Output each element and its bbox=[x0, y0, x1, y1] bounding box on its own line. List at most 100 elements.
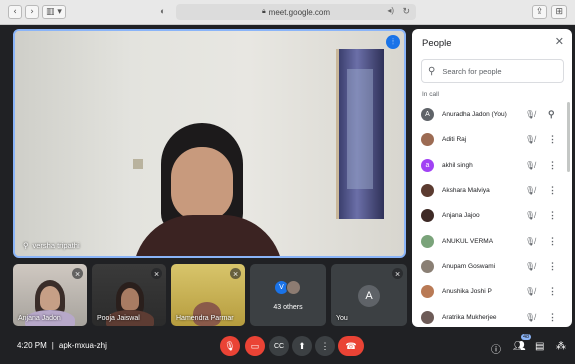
meeting-controls-bar: 4:20 PM | apk-mxua-zhj 🎙︎ ▭ CC ⬆ ⋮ ☎︎ ⓘ … bbox=[0, 332, 575, 364]
participant-row[interactable]: a akhil singh 🎙︎̸ ⋮ bbox=[412, 153, 572, 178]
more-options-button[interactable]: ⋮ bbox=[315, 336, 335, 356]
self-tile[interactable]: A ⨯ You bbox=[331, 264, 407, 326]
avatar bbox=[286, 280, 301, 295]
audio-playing-icon[interactable]: ◂) bbox=[387, 6, 394, 15]
speaker-name: versha tripathi bbox=[32, 241, 80, 250]
mic-off-icon[interactable]: 🎙︎̸ bbox=[525, 135, 535, 144]
participant-name: Akshara Malviya bbox=[442, 187, 490, 195]
others-avatars: V bbox=[274, 280, 301, 295]
tile-name: You bbox=[336, 315, 348, 322]
tabs-overview-button[interactable]: ⊞ bbox=[551, 5, 567, 19]
others-tile[interactable]: V 43 others bbox=[250, 264, 326, 326]
reload-icon[interactable]: ↻ bbox=[402, 6, 410, 17]
mic-off-icon[interactable]: 🎙︎̸ bbox=[525, 287, 535, 296]
participant-name: ANUKUL VERMA bbox=[442, 237, 494, 245]
avatar: A bbox=[421, 108, 434, 122]
speaker-video bbox=[133, 123, 303, 256]
participant-row[interactable]: ANUKUL VERMA 🎙︎̸ ⋮ bbox=[412, 228, 572, 253]
avatar bbox=[421, 234, 434, 248]
pin-icon[interactable]: ⚲ bbox=[23, 241, 29, 250]
speaker-nameplate: ⚲ versha tripathi bbox=[23, 241, 80, 250]
more-vert-icon[interactable]: ⋮ bbox=[548, 286, 557, 297]
meeting-code: apk-mxua-zhj bbox=[58, 341, 107, 350]
activities-icon[interactable]: ⁂ bbox=[556, 341, 566, 352]
mic-off-icon[interactable]: 🎙︎̸ bbox=[525, 237, 535, 246]
tile-name: Anjana Jadon bbox=[18, 315, 61, 322]
avatar bbox=[421, 310, 434, 324]
share-button[interactable]: ⇪ bbox=[531, 5, 548, 19]
participant-name: Aratrika Mukherjee bbox=[442, 313, 497, 321]
separator: | bbox=[51, 341, 54, 350]
present-icon: ⬆ bbox=[298, 340, 306, 351]
people-search[interactable]: ⚲ bbox=[421, 59, 564, 83]
url-text: meet.google.com bbox=[268, 7, 331, 17]
video-window-curtain bbox=[336, 49, 384, 219]
scrollbar[interactable] bbox=[567, 102, 570, 172]
more-vert-icon[interactable]: ⋮ bbox=[548, 261, 557, 272]
more-vert-icon[interactable]: ⋮ bbox=[548, 236, 557, 247]
mic-off-icon[interactable]: 🎙︎̸ bbox=[525, 313, 535, 322]
address-bar[interactable]: 🔒︎ meet.google.com ◂) ↻ bbox=[176, 4, 416, 20]
mic-off-icon[interactable]: 🎙︎̸ bbox=[525, 211, 535, 220]
participant-name: Anuradha Jadon (You) bbox=[442, 111, 507, 119]
browser-toolbar: ‹ › ▥ ▾ ◐ 🔒︎ meet.google.com ◂) ↻ ⇪ ⊞ bbox=[0, 0, 575, 25]
mic-off-icon: ⨯ bbox=[72, 268, 83, 279]
forward-button[interactable]: › bbox=[25, 5, 39, 19]
participant-row[interactable]: Aditi Raj 🎙︎̸ ⋮ bbox=[412, 127, 572, 152]
search-input[interactable] bbox=[442, 66, 543, 76]
participant-name: Anjana Jajoo bbox=[442, 212, 480, 220]
participant-row[interactable]: Anjana Jajoo 🎙︎̸ ⋮ bbox=[412, 203, 572, 228]
browser-right-buttons: ⇪ ⊞ bbox=[531, 5, 567, 19]
participant-row[interactable]: Anushika Joshi P 🎙︎̸ ⋮ bbox=[412, 279, 572, 304]
avatar bbox=[421, 285, 434, 299]
participant-name: Anushika Joshi P bbox=[442, 288, 492, 296]
participant-tile[interactable]: ⨯ Anjana Jadon bbox=[13, 264, 87, 326]
participant-name: Anupam Goswami bbox=[442, 262, 496, 270]
more-vert-icon[interactable]: ⋮ bbox=[548, 210, 557, 221]
chat-icon[interactable]: ▤ bbox=[535, 341, 544, 352]
more-vert-icon[interactable]: ⋮ bbox=[548, 134, 557, 145]
more-vert-icon[interactable]: ⋮ bbox=[548, 312, 557, 323]
mic-off-icon[interactable]: 🎙︎̸ bbox=[525, 110, 535, 119]
clock-time: 4:20 PM bbox=[17, 341, 47, 350]
present-button[interactable]: ⬆ bbox=[292, 336, 312, 356]
mic-off-icon[interactable]: 🎙︎̸ bbox=[525, 186, 535, 195]
more-vert-icon[interactable]: ⋮ bbox=[548, 185, 557, 196]
hang-up-icon: ☎︎ bbox=[345, 340, 357, 351]
tile-name: Hamendra Parmar bbox=[176, 315, 234, 322]
back-button[interactable]: ‹ bbox=[8, 5, 22, 19]
participant-list: A Anuradha Jadon (You) 🎙︎̸ ⚲ Aditi Raj 🎙︎̸ ⋮ a a… bbox=[412, 102, 572, 327]
people-icon[interactable]: 👥︎ bbox=[513, 341, 526, 352]
participant-row[interactable]: A Anuradha Jadon (You) 🎙︎̸ ⚲ bbox=[412, 102, 572, 127]
mic-off-icon[interactable]: 🎙︎̸ bbox=[525, 161, 535, 170]
mic-off-icon: ⨯ bbox=[151, 268, 162, 279]
more-vert-icon[interactable]: ⋮ bbox=[548, 160, 557, 171]
participant-row[interactable]: Akshara Malviya 🎙︎̸ ⋮ bbox=[412, 178, 572, 203]
captions-button[interactable]: CC bbox=[269, 336, 289, 356]
tile-name: Pooja Jaiswal bbox=[97, 315, 140, 322]
video-wall-switch bbox=[133, 159, 143, 169]
camera-toggle-button[interactable]: ▭ bbox=[245, 336, 265, 356]
avatar bbox=[421, 209, 434, 223]
participant-row[interactable]: Aratrika Mukherjee 🎙︎̸ ⋮ bbox=[412, 304, 572, 327]
participant-count-badge: 48 bbox=[521, 334, 532, 340]
participant-tile[interactable]: ⨯ Hamendra Parmar bbox=[171, 264, 245, 326]
participant-name: akhil singh bbox=[442, 161, 473, 169]
mic-off-icon: ⨯ bbox=[230, 268, 241, 279]
participant-tile[interactable]: ⨯ Pooja Jaiswal bbox=[92, 264, 166, 326]
speaking-indicator-icon: ⦙ bbox=[386, 35, 400, 49]
mic-off-icon[interactable]: 🎙︎̸ bbox=[525, 262, 535, 271]
participant-name: Aditi Raj bbox=[442, 136, 467, 144]
avatar bbox=[421, 133, 434, 147]
privacy-shield-icon[interactable]: ◐ bbox=[160, 6, 165, 16]
info-icon[interactable]: ⓘ bbox=[491, 341, 501, 356]
main-speaker-tile[interactable]: ⦙ ⚲ versha tripathi bbox=[13, 29, 406, 258]
close-icon[interactable]: ✕ bbox=[555, 35, 564, 48]
mic-toggle-button[interactable]: 🎙︎ bbox=[220, 336, 240, 356]
sidebar-toggle-button[interactable]: ▥ ▾ bbox=[42, 5, 66, 19]
pin-icon[interactable]: ⚲ bbox=[548, 109, 555, 120]
participant-row[interactable]: Anupam Goswami 🎙︎̸ ⋮ bbox=[412, 254, 572, 279]
avatar: A bbox=[358, 285, 380, 307]
panel-title: People bbox=[422, 38, 452, 49]
leave-call-button[interactable]: ☎︎ bbox=[338, 336, 364, 356]
